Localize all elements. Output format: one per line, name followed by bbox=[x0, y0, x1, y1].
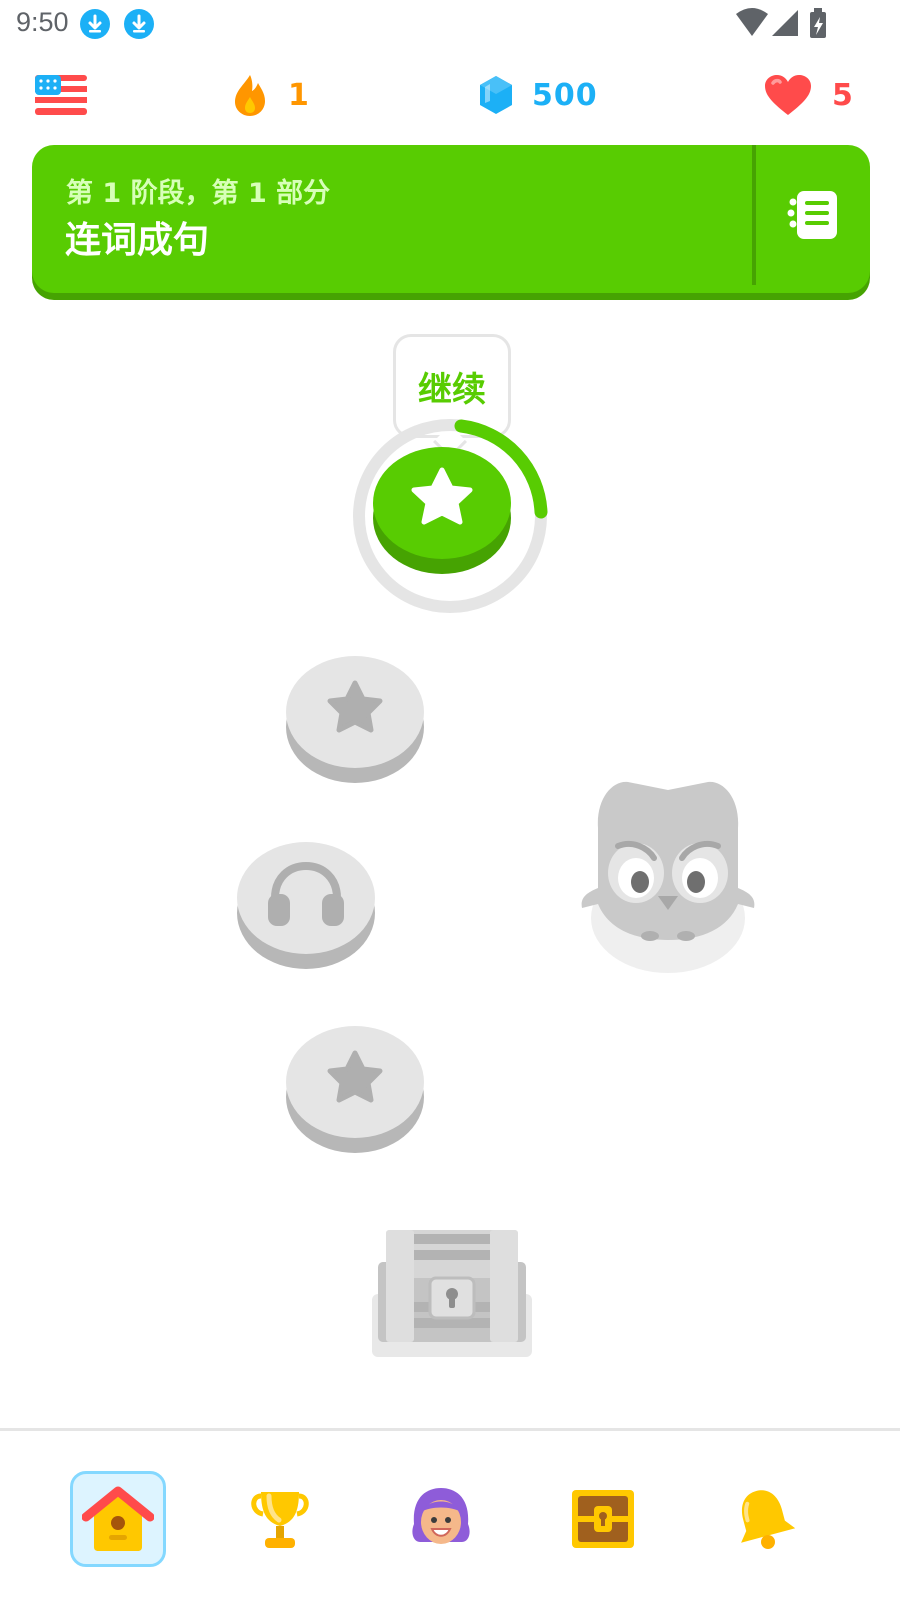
wifi-icon bbox=[736, 8, 768, 36]
gem-icon bbox=[480, 76, 512, 114]
trophy-icon bbox=[251, 1492, 309, 1548]
streak-counter[interactable]: 1 bbox=[232, 72, 310, 118]
treasure-chest-icon bbox=[572, 1490, 634, 1548]
signal-icon bbox=[772, 10, 798, 36]
treasure-chest-icon bbox=[372, 1230, 532, 1357]
unit-banner: 第 1 阶段，第 1 部分 连词成句 bbox=[32, 145, 870, 293]
profile-avatar-icon bbox=[412, 1488, 470, 1544]
gems-count: 500 bbox=[532, 77, 598, 113]
guidebook-icon bbox=[787, 191, 837, 239]
top-stats-bar: 1 500 5 bbox=[0, 60, 900, 130]
nav-home[interactable] bbox=[70, 1471, 166, 1567]
us-flag-icon bbox=[35, 75, 87, 115]
lesson-node-active[interactable] bbox=[344, 418, 554, 618]
bell-icon bbox=[741, 1490, 796, 1549]
nav-shop[interactable] bbox=[555, 1471, 651, 1567]
bottom-nav bbox=[0, 1431, 900, 1600]
status-bar: 9:50 bbox=[0, 0, 900, 48]
lesson-node-locked[interactable] bbox=[284, 1024, 426, 1154]
gems-counter[interactable]: 500 bbox=[478, 72, 598, 118]
flame-icon bbox=[235, 75, 265, 116]
course-flag-button[interactable] bbox=[35, 72, 87, 118]
nav-leaderboard[interactable] bbox=[232, 1471, 328, 1567]
unit-subtitle: 第 1 阶段，第 1 部分 bbox=[66, 178, 331, 209]
download-icon bbox=[80, 9, 110, 39]
nav-profile[interactable] bbox=[393, 1471, 489, 1567]
lesson-node-locked[interactable] bbox=[284, 654, 426, 784]
download-icon bbox=[124, 9, 154, 39]
owl-mascot bbox=[578, 778, 758, 974]
nav-notifications[interactable] bbox=[717, 1471, 813, 1567]
guidebook-button[interactable] bbox=[756, 145, 870, 285]
streak-count: 1 bbox=[288, 77, 310, 113]
hearts-counter[interactable]: 5 bbox=[764, 72, 854, 118]
hearts-count: 5 bbox=[832, 77, 854, 113]
heart-icon bbox=[765, 75, 811, 115]
battery-charging-icon bbox=[810, 8, 826, 38]
listening-node-locked[interactable] bbox=[235, 840, 377, 970]
continue-label: 继续 bbox=[418, 369, 486, 410]
treasure-chest-node[interactable] bbox=[372, 1222, 532, 1357]
home-icon bbox=[82, 1486, 154, 1551]
unit-title: 连词成句 bbox=[65, 220, 210, 261]
status-icons bbox=[736, 8, 846, 40]
status-time: 9:50 bbox=[16, 7, 69, 37]
